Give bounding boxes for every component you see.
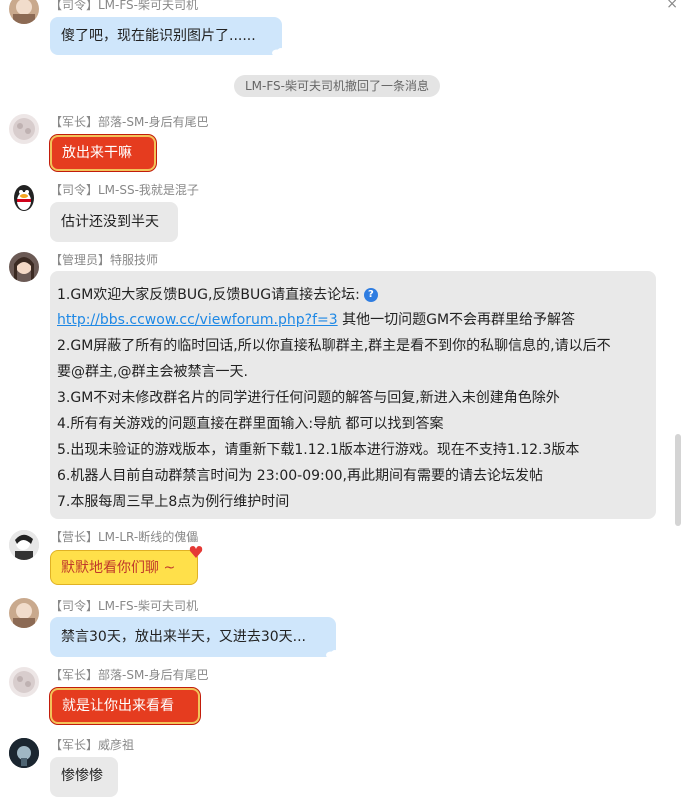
announcement-line: http://bbs.ccwow.cc/viewforum.php?f=3 其他… xyxy=(57,312,576,328)
avatar-photo-icon xyxy=(13,671,35,693)
message-text: 禁言30天，放出来半天，又进去30天... xyxy=(61,629,306,645)
announcement-line: 2.GM屏蔽了所有的临时回话,所以你直接私聊群主,群主是看不到你的私聊信息的,请… xyxy=(57,338,611,354)
message-bubble[interactable]: 默默地看你们聊 ~ xyxy=(50,546,203,585)
avatar-photo-icon xyxy=(9,738,39,768)
avatar[interactable] xyxy=(9,530,39,560)
announcement-line: 4.所有有关游戏的问题直接在群里面输入:导航 都可以找到答案 xyxy=(57,416,444,432)
announcement-line: 5.出现未验证的游戏版本，请重新下载1.12.1版本进行游戏。现在不支持1.12… xyxy=(57,442,580,458)
message-bubble[interactable]: 傻了吧，现在能识别图片了...... xyxy=(50,17,285,57)
sender-name[interactable]: 【司令】LM-FS-柴可夫司机 xyxy=(50,0,198,13)
avatar[interactable] xyxy=(9,114,39,144)
avatar-photo-icon xyxy=(13,118,35,140)
sender-name[interactable]: 【营长】LM-LR-断线的傀儡 xyxy=(50,528,198,545)
announcement-line: 要@群主,@群主会被禁言一天. xyxy=(57,364,248,380)
scrollbar[interactable] xyxy=(675,434,681,526)
message-bubble[interactable]: 放出来干嘛 xyxy=(50,135,156,171)
message-text: 就是让你出来看看 xyxy=(62,698,174,714)
sender-name[interactable]: 【军长】部落-SM-身后有尾巴 xyxy=(50,113,209,130)
sender-name[interactable]: 【军长】部落-SM-身后有尾巴 xyxy=(50,666,209,683)
message-bubble[interactable]: 禁言30天，放出来半天，又进去30天... xyxy=(50,617,339,659)
message-bubble[interactable]: 惨惨惨 xyxy=(50,757,118,797)
avatar-photo-icon xyxy=(13,0,35,24)
avatar[interactable] xyxy=(9,182,39,212)
announcement-line: 1.GM欢迎大家反馈BUG,反馈BUG请直接去论坛:? xyxy=(57,284,378,304)
penguin-icon xyxy=(14,185,34,211)
avatar[interactable] xyxy=(9,0,39,24)
announcement-line: 3.GM不对未修改群名片的同学进行任何问题的解答与回复,新进入未创建角色除外 xyxy=(57,390,560,406)
avatar-photo-icon xyxy=(14,257,34,282)
announcement-line: 7.本服每周三早上8点为例行维护时间 xyxy=(57,494,290,510)
message-text: 估计还没到半天 xyxy=(61,214,159,230)
heart-icon xyxy=(189,546,203,558)
sender-name[interactable]: 【司令】LM-SS-我就是混子 xyxy=(50,181,199,198)
avatar[interactable] xyxy=(9,598,39,628)
message-text: 傻了吧，现在能识别图片了...... xyxy=(61,28,256,44)
avatar-photo-icon xyxy=(13,603,35,628)
recall-notice: LM-FS-柴可夫司机撤回了一条消息 xyxy=(234,75,440,97)
message-bubble[interactable]: 就是让你出来看看 xyxy=(50,688,200,724)
announcement-bubble[interactable]: 1.GM欢迎大家反馈BUG,反馈BUG请直接去论坛:? http://bbs.c… xyxy=(50,271,656,519)
close-icon[interactable]: × xyxy=(666,0,678,12)
forum-link[interactable]: http://bbs.ccwow.cc/viewforum.php?f=3 xyxy=(57,312,338,328)
avatar[interactable] xyxy=(9,738,39,768)
avatar[interactable] xyxy=(9,252,39,282)
announcement-line: 6.机器人目前自动群禁言时间为 23:00-09:00,再此期间有需要的请去论坛… xyxy=(57,468,543,484)
avatar-photo-icon xyxy=(9,530,39,560)
sender-name[interactable]: 【司令】LM-FS-柴可夫司机 xyxy=(50,597,198,614)
sender-name[interactable]: 【管理员】特服技师 xyxy=(50,251,158,268)
cloud-decoration-icon xyxy=(326,650,339,659)
sender-name[interactable]: 【军长】威彦祖 xyxy=(50,736,134,753)
avatar[interactable] xyxy=(9,667,39,697)
cloud-decoration-icon xyxy=(272,48,285,57)
message-bubble[interactable]: 估计还没到半天 xyxy=(50,202,178,242)
message-text: 放出来干嘛 xyxy=(62,145,132,161)
message-text: 默默地看你们聊 ~ xyxy=(61,560,176,576)
question-icon[interactable]: ? xyxy=(363,288,378,302)
message-text: 惨惨惨 xyxy=(61,768,103,784)
